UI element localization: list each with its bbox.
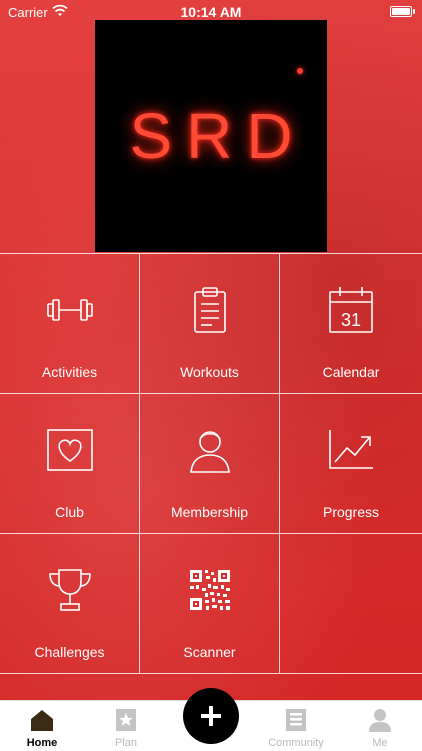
tile-label: Workouts <box>180 364 239 380</box>
tile-label: Scanner <box>183 644 236 660</box>
tile-label: Calendar <box>322 364 380 380</box>
clipboard-icon <box>193 287 226 333</box>
tile-membership[interactable]: Membership <box>140 394 280 534</box>
app-logo: SRD <box>95 20 327 252</box>
tile-scanner[interactable]: Scanner <box>140 534 280 674</box>
tab-home[interactable]: Home <box>0 701 84 751</box>
tile-label: Progress <box>322 504 380 520</box>
trend-chart-icon <box>329 430 373 469</box>
tab-me[interactable]: Me <box>338 701 422 751</box>
dumbbell-icon <box>46 299 93 321</box>
tile-label: Activities <box>41 364 98 380</box>
person-icon <box>189 431 230 473</box>
tile-club[interactable]: Club <box>0 394 140 534</box>
home-icon <box>31 710 53 731</box>
news-icon <box>286 709 306 731</box>
plus-icon <box>201 706 221 726</box>
tile-workouts[interactable]: Workouts <box>140 254 280 394</box>
tile-label: Challenges <box>34 644 105 660</box>
menu-grid: Activities Workouts 31 Calendar Club Mem… <box>0 253 422 674</box>
tile-label: Membership <box>170 504 249 520</box>
logo-dot <box>297 68 303 74</box>
tile-calendar[interactable]: 31 Calendar <box>280 254 422 394</box>
qr-code-icon <box>189 570 230 610</box>
tab-label: Community <box>268 737 324 749</box>
star-page-icon <box>116 709 136 731</box>
calendar-day: 31 <box>341 310 361 330</box>
tile-empty <box>280 534 422 674</box>
tile-label: Club <box>55 504 84 520</box>
tile-challenges[interactable]: Challenges <box>0 534 140 674</box>
tile-activities[interactable]: Activities <box>0 254 140 394</box>
tab-community[interactable]: Community <box>254 701 338 751</box>
heart-icon <box>46 429 93 471</box>
tab-label: Home <box>26 737 58 749</box>
tab-label: Plan <box>114 737 138 749</box>
add-button[interactable] <box>183 688 239 744</box>
trophy-icon <box>48 569 91 611</box>
battery-icon <box>390 6 415 17</box>
clock: 10:14 AM <box>180 4 242 20</box>
tab-label: Me <box>372 737 388 749</box>
tab-plan[interactable]: Plan <box>84 701 168 751</box>
logo-text: SRD <box>129 100 307 172</box>
tile-progress[interactable]: Progress <box>280 394 422 534</box>
calendar-icon: 31 <box>329 287 373 333</box>
profile-icon <box>369 709 391 732</box>
